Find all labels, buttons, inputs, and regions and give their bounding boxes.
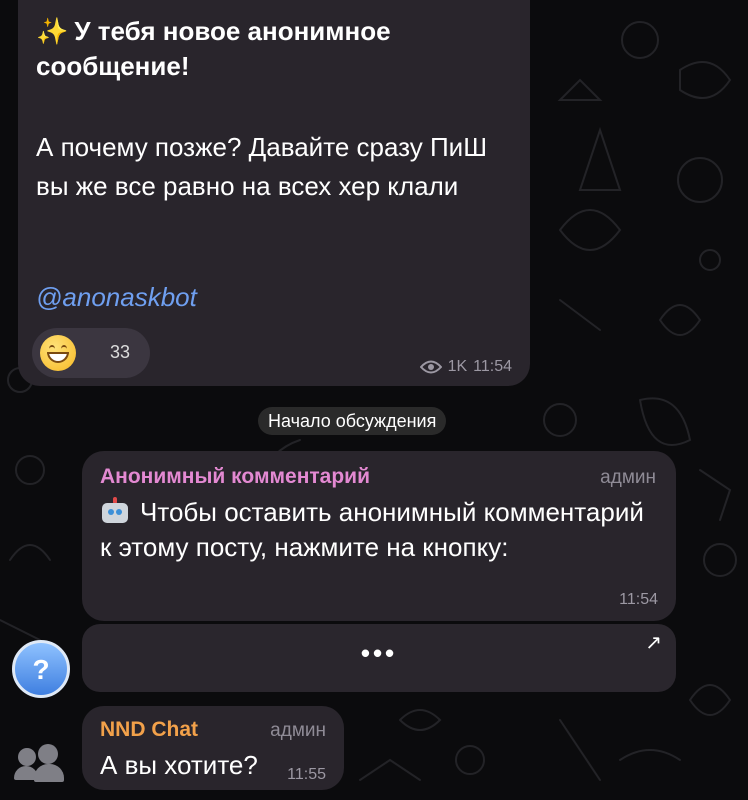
post-text: А почему позже? Давайте сразу ПиШ вы же …	[36, 132, 488, 201]
robot-icon	[100, 497, 130, 525]
question-avatar-icon[interactable]: ?	[12, 640, 70, 698]
arrow-up-right-icon: ↗	[645, 632, 662, 654]
discussion-start-label: Начало обсуждения	[258, 407, 447, 435]
button-label: •••	[360, 638, 398, 668]
comment-bubble: Анонимный комментарий админ Чтобы остави…	[82, 451, 676, 621]
comment-text: Чтобы оставить анонимный комментарий к э…	[100, 495, 660, 565]
anonymous-comment-button[interactable]: ••• ↗	[82, 624, 676, 692]
post-time: 11:54	[473, 358, 512, 375]
channel-post-bubble: ✨ У тебя новое анонимное сообщение! А поч…	[18, 0, 530, 386]
grin-emoji-icon	[40, 335, 76, 371]
sparkles-icon: ✨	[36, 16, 69, 46]
comment-text-body: Чтобы оставить анонимный комментарий к э…	[100, 497, 644, 562]
reaction-chip[interactable]: 33	[32, 328, 150, 378]
bot-mention-link[interactable]: @anonaskbot	[36, 282, 197, 313]
post-title: ✨ У тебя новое анонимное сообщение!	[36, 14, 506, 84]
post-views: 1K	[447, 358, 468, 375]
comment-role-badge: админ	[600, 467, 656, 488]
post-meta: 1K 11:54	[419, 358, 512, 376]
reply-sender[interactable]: NND Chat	[100, 718, 198, 742]
post-title-text: У тебя новое анонимное сообщение!	[36, 16, 391, 81]
reply-role-badge: админ	[270, 720, 326, 741]
reply-text: А вы хотите?	[100, 750, 258, 780]
comment-time: 11:54	[619, 591, 658, 608]
eye-icon	[419, 360, 442, 374]
reply-time: 11:55	[287, 766, 326, 783]
comment-sender[interactable]: Анонимный комментарий	[100, 465, 370, 489]
group-avatar-icon[interactable]	[14, 742, 64, 784]
reply-bubble: NND Chat админ А вы хотите? 11:55	[82, 706, 344, 790]
reaction-count: 33	[110, 342, 131, 362]
